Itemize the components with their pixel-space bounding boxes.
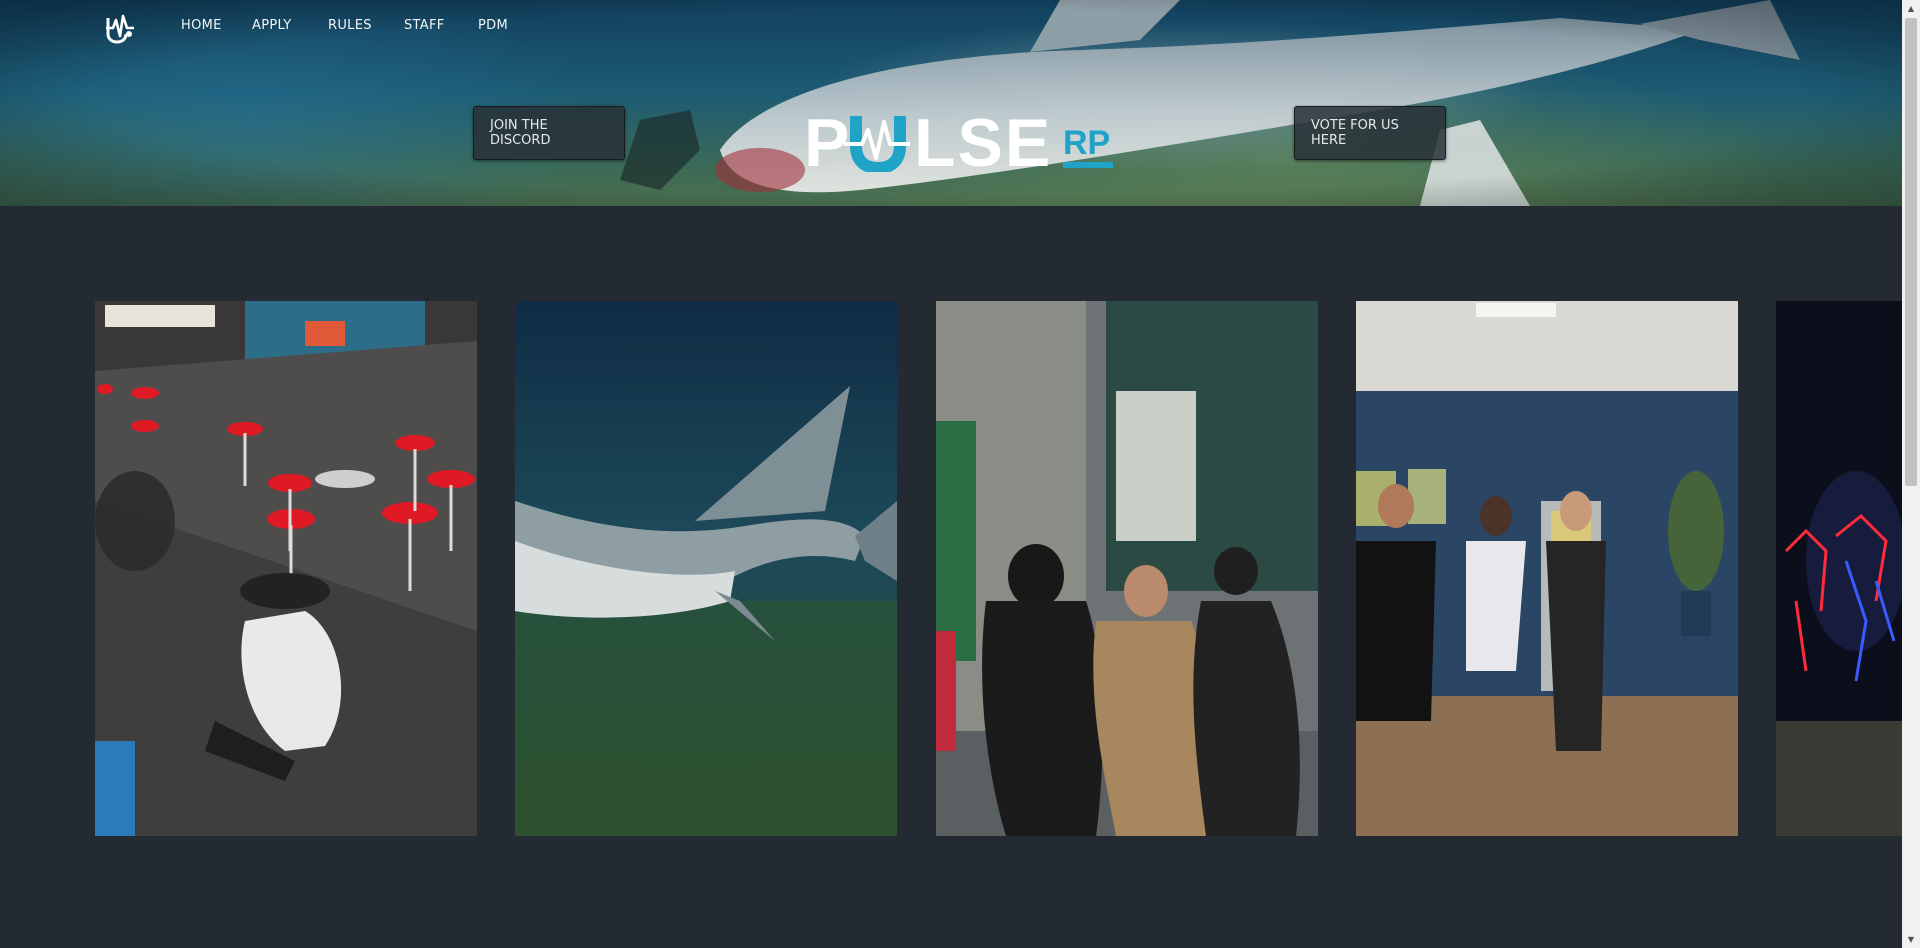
vote-for-us-button[interactable]: VOTE FOR US HERE: [1294, 106, 1446, 160]
nav-staff-link[interactable]: STAFF: [404, 18, 445, 33]
pulse-rp-brand-logo: P LSE RP: [804, 110, 1113, 172]
heartbeat-u-icon: [844, 116, 910, 172]
gallery-image-cafe[interactable]: [95, 301, 477, 836]
scroll-down-arrow-icon[interactable]: ▼: [1902, 931, 1920, 948]
gallery-image-neon[interactable]: [1776, 301, 1902, 836]
pulse-heartbeat-logo-icon[interactable]: [104, 12, 136, 44]
page-scrollbar[interactable]: ▲ ▼: [1902, 0, 1920, 948]
join-discord-button[interactable]: JOIN THE DISCORD: [473, 106, 625, 160]
gallery-image-shark[interactable]: [515, 301, 897, 836]
gallery-image-clinic[interactable]: [1356, 301, 1738, 836]
top-navigation: HOME APPLY RULES STAFF PDM: [0, 0, 1902, 54]
scroll-up-arrow-icon[interactable]: ▲: [1902, 0, 1920, 17]
nav-home-link[interactable]: HOME: [181, 18, 222, 33]
svg-text:LSE: LSE: [914, 110, 1052, 172]
hero-banner: HOME APPLY RULES STAFF PDM JOIN THE DISC…: [0, 0, 1902, 206]
nav-pdm-link[interactable]: PDM: [478, 18, 508, 33]
scrollbar-thumb[interactable]: [1905, 18, 1917, 486]
svg-text:P: P: [804, 110, 851, 172]
nav-apply-link[interactable]: APPLY: [252, 18, 292, 33]
page: HOME APPLY RULES STAFF PDM JOIN THE DISC…: [0, 0, 1902, 948]
gallery-image-crew[interactable]: [936, 301, 1318, 836]
brand-rp-suffix: RP: [1063, 124, 1110, 162]
screenshot-gallery: [0, 301, 1902, 837]
nav-rules-link[interactable]: RULES: [328, 18, 372, 33]
